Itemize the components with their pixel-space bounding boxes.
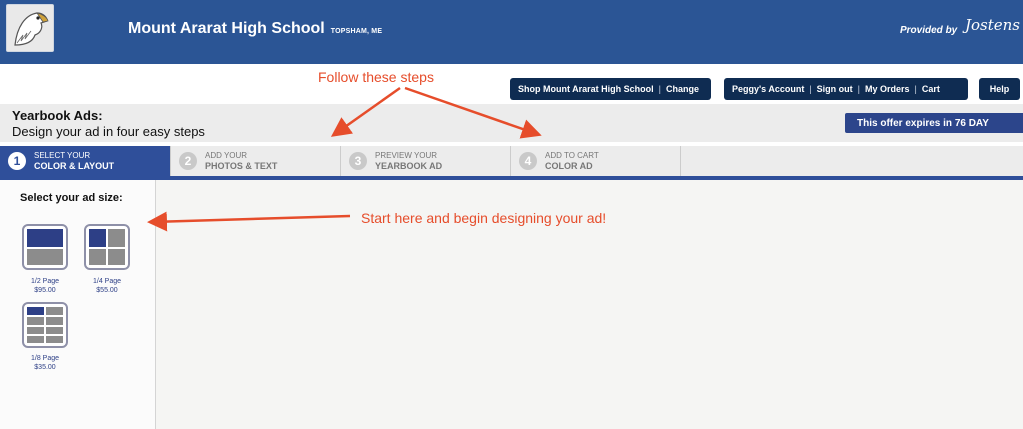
offer-text: This offer expires in [857,117,953,129]
ad-size-quarter-page-label: 1/4 Page $55.00 [82,277,132,295]
size-price: $55.00 [96,287,118,294]
signout-link[interactable]: Sign out [817,84,853,94]
school-name-text: Mount Ararat High School [128,20,325,37]
eagle-icon [7,5,53,51]
ad-size-quarter-page-option[interactable] [84,224,130,270]
step-number: 3 [349,152,367,170]
step-label-line1: SELECT YOUR [34,151,91,160]
step-label-line1: ADD YOUR [205,151,248,160]
offer-days: 76 DAY [954,117,989,129]
size-price: $95.00 [34,287,56,294]
step-label-line1: ADD TO CART [545,151,599,160]
follow-steps-annotation: Follow these steps [318,69,434,85]
help-button[interactable]: Help [979,78,1020,100]
ad-size-eighth-page-label: 1/8 Page $35.00 [20,354,70,372]
ad-size-half-page-label: 1/2 Page $95.00 [20,277,70,295]
provided-by-label: Provided by [900,25,958,36]
my-orders-link[interactable]: My Orders [865,84,910,94]
step-1-tab[interactable]: 1 SELECT YOUR COLOR & LAYOUT [0,146,171,176]
shop-school-link[interactable]: Shop Mount Ararat High School [518,84,654,94]
size-name: 1/8 Page [30,355,60,362]
step-4-tab[interactable]: 4 ADD TO CART COLOR AD [511,146,681,176]
step-label-line1: PREVIEW YOUR [375,151,438,160]
page-title: Yearbook Ads: [12,108,103,123]
offer-expiry-badge: This offer expires in 76 DAY [845,113,1023,133]
jostens-logo: Jostens [965,16,1021,34]
sidebar-title: Select your ad size: [20,192,123,204]
change-school-link[interactable]: Change [666,84,699,94]
step-number: 2 [179,152,197,170]
step-3-tab[interactable]: 3 PREVIEW YOUR YEARBOOK AD [341,146,511,176]
account-link[interactable]: Peggy's Account [732,84,804,94]
step-label-line2: COLOR & LAYOUT [34,161,115,171]
cart-link[interactable]: Cart [922,84,940,94]
step-label-line2: YEARBOOK AD [375,161,443,171]
shop-school-button[interactable]: Shop Mount Ararat High School | Change [510,78,711,100]
size-price: $35.00 [34,364,56,371]
account-nav: Peggy's Account | Sign out | My Orders | Cart [724,78,968,100]
school-location: TOPSHAM, ME [330,28,383,35]
step-number: 4 [519,152,537,170]
start-here-annotation: Start here and begin designing your ad! [361,210,607,226]
ad-size-eighth-page-option[interactable] [22,302,68,348]
school-mascot-logo[interactable] [6,4,54,52]
step-2-tab[interactable]: 2 ADD YOUR PHOTOS & TEXT [171,146,341,176]
size-name: 1/4 Page [92,278,122,285]
school-name: Mount Ararat High School TOPSHAM, ME [128,20,382,38]
size-name: 1/2 Page [30,278,60,285]
step-label-line2: PHOTOS & TEXT [205,161,278,171]
ad-size-half-page-option[interactable] [22,224,68,270]
step-number: 1 [8,152,26,170]
step-label-line2: COLOR AD [545,161,593,171]
page-subtitle: Design your ad in four easy steps [12,124,205,139]
